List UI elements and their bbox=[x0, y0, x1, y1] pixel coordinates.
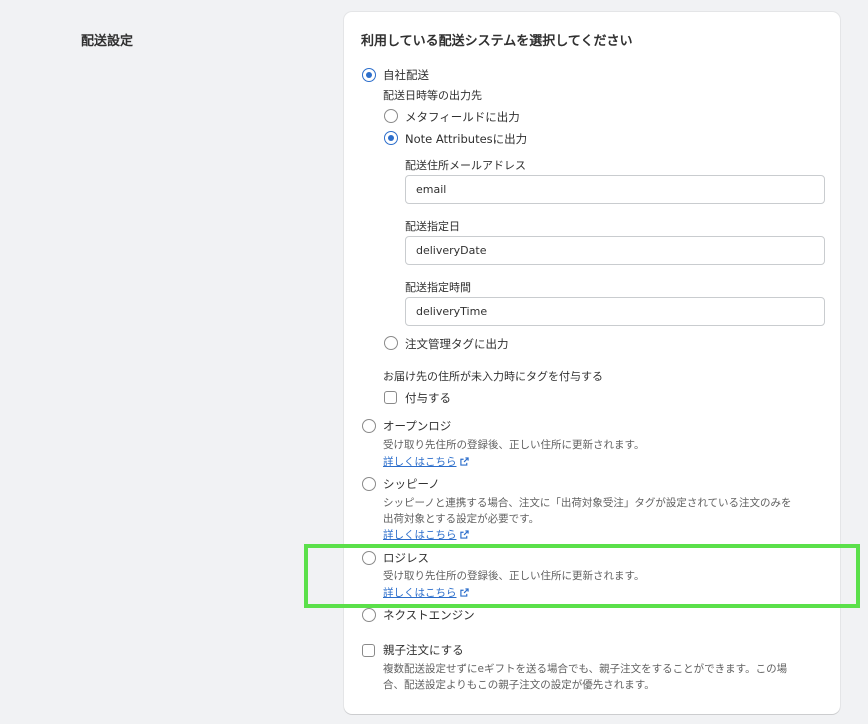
email-field[interactable] bbox=[405, 175, 825, 204]
shippino-help-line2: 出荷対象とする設定が必要です。 bbox=[383, 513, 540, 525]
delivery-date-field-label: 配送指定日 bbox=[405, 220, 460, 233]
shippino-help-line1: シッピーノと連携する場合、注文に「出荷対象受注」タグが設定されている注文のみを bbox=[383, 497, 792, 509]
next-engine-label: ネクストエンジン bbox=[383, 608, 475, 622]
order-tag-label: 注文管理タグに出力 bbox=[405, 337, 509, 351]
metafield-radio[interactable] bbox=[384, 109, 398, 123]
openlogi-radio[interactable] bbox=[362, 419, 376, 433]
own-delivery-label: 自社配送 bbox=[383, 68, 429, 82]
delivery-date-field[interactable] bbox=[405, 236, 825, 265]
section-title: 配送設定 bbox=[81, 34, 134, 49]
shippino-details-link[interactable]: 詳しくはこちら bbox=[383, 527, 469, 542]
metafield-label: メタフィールドに出力 bbox=[405, 110, 520, 124]
logiless-details-link-text: 詳しくはこちら bbox=[383, 587, 457, 599]
logiless-label: ロジレス bbox=[383, 551, 429, 565]
external-link-icon bbox=[459, 588, 469, 597]
add-tag-label: 付与する bbox=[405, 391, 451, 405]
parent-order-help-line1: 複数配送設定せずにeギフトを送る場合でも、親子注文をすることができます。この場 bbox=[383, 663, 788, 675]
next-engine-radio[interactable] bbox=[362, 608, 376, 622]
note-attributes-label: Note Attributesに出力 bbox=[405, 132, 528, 146]
delivery-time-field-label: 配送指定時間 bbox=[405, 281, 471, 294]
email-field-label: 配送住所メールアドレス bbox=[405, 159, 526, 172]
logiless-help: 受け取り先住所の登録後、正しい住所に更新されます。 bbox=[383, 570, 645, 582]
external-link-icon bbox=[459, 457, 469, 466]
order-tag-radio[interactable] bbox=[384, 336, 398, 350]
shippino-radio[interactable] bbox=[362, 477, 376, 491]
parent-order-label: 親子注文にする bbox=[383, 643, 464, 657]
shippino-details-link-text: 詳しくはこちら bbox=[383, 529, 457, 541]
openlogi-help: 受け取り先住所の登録後、正しい住所に更新されます。 bbox=[383, 439, 645, 451]
shippino-label: シッピーノ bbox=[383, 477, 440, 491]
openlogi-details-link-text: 詳しくはこちら bbox=[383, 456, 457, 468]
parent-order-checkbox[interactable] bbox=[362, 644, 375, 657]
logiless-details-link[interactable]: 詳しくはこちら bbox=[383, 585, 469, 600]
logiless-radio[interactable] bbox=[362, 551, 376, 565]
delivery-time-field[interactable] bbox=[405, 297, 825, 326]
output-destination-label: 配送日時等の出力先 bbox=[383, 89, 482, 102]
note-attributes-radio[interactable] bbox=[384, 131, 398, 145]
openlogi-details-link[interactable]: 詳しくはこちら bbox=[383, 454, 469, 469]
own-delivery-radio[interactable] bbox=[362, 68, 376, 82]
openlogi-label: オープンロジ bbox=[383, 419, 452, 433]
missing-address-label: お届け先の住所が未入力時にタグを付与する bbox=[383, 370, 603, 383]
card-title: 利用している配送システムを選択してください bbox=[361, 34, 633, 49]
add-tag-checkbox[interactable] bbox=[384, 391, 397, 404]
parent-order-help-line2: 合、配送設定よりもこの親子注文の設定が優先されます。 bbox=[383, 679, 655, 691]
external-link-icon bbox=[459, 530, 469, 539]
